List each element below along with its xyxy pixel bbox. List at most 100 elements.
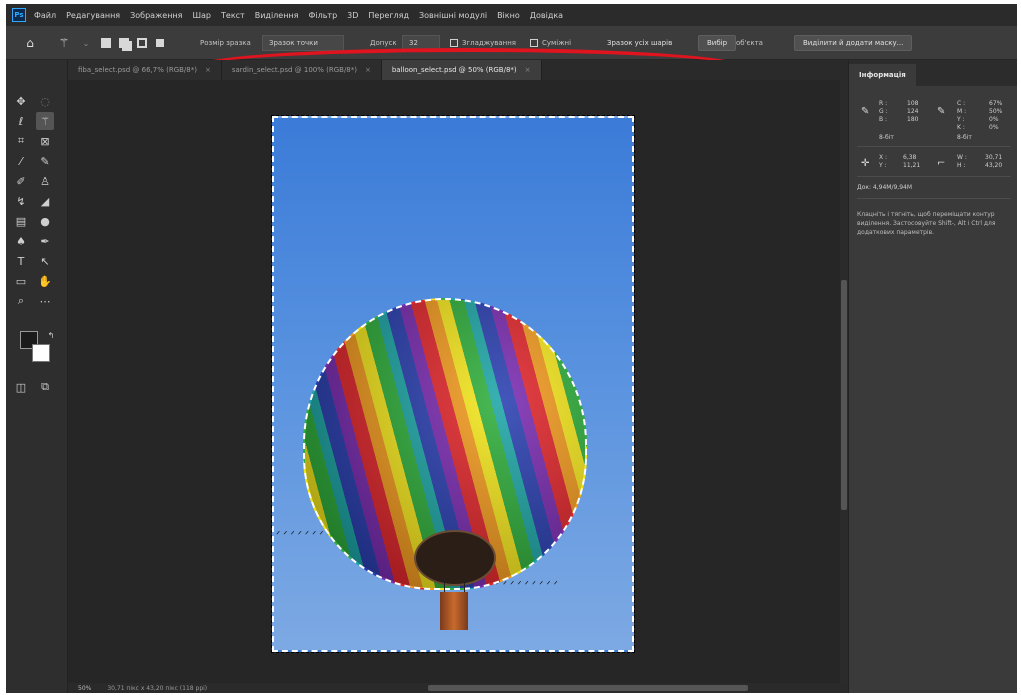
close-icon[interactable]: × bbox=[205, 66, 211, 74]
ps-logo[interactable]: Ps bbox=[12, 8, 26, 22]
close-icon[interactable]: × bbox=[365, 66, 371, 74]
blur-tool-icon[interactable]: ● bbox=[36, 212, 54, 230]
menu-filter[interactable]: Фільтр bbox=[308, 11, 337, 20]
clone-stamp-icon[interactable]: ♙ bbox=[36, 172, 54, 190]
rectangle-tool-icon[interactable]: ▭ bbox=[12, 272, 30, 290]
crop-tool-icon[interactable]: ⌗ bbox=[12, 132, 30, 150]
contiguous-check-icon bbox=[530, 39, 538, 47]
antialias-checkbox[interactable]: Згладжування bbox=[450, 35, 516, 51]
info-c-value: 67% bbox=[989, 100, 1003, 107]
gradient-tool-icon[interactable]: ▤ bbox=[12, 212, 30, 230]
menu-select[interactable]: Виділення bbox=[255, 11, 299, 20]
menu-window[interactable]: Вікно bbox=[497, 11, 520, 20]
eyedropper-icon: ✎ bbox=[861, 106, 870, 117]
menu-layer[interactable]: Шар bbox=[192, 11, 211, 20]
new-selection-icon[interactable] bbox=[98, 35, 114, 51]
select-subject-button[interactable]: Вибір bbox=[698, 35, 737, 51]
menu-view[interactable]: Перегляд bbox=[368, 11, 409, 20]
quick-mask-icon[interactable]: ◫ bbox=[12, 378, 30, 396]
tab-info[interactable]: Інформація bbox=[849, 64, 916, 86]
move-tool-icon[interactable]: ✥ bbox=[12, 92, 30, 110]
magic-wand-icon[interactable]: ⚚ bbox=[56, 35, 72, 51]
photoshop-window: Ps Файл Редагування Зображення Шар Текст… bbox=[6, 4, 1017, 693]
menu-help[interactable]: Довідка bbox=[530, 11, 563, 20]
info-w-value: 30,71 bbox=[985, 154, 1003, 161]
intersect-selection-icon[interactable] bbox=[152, 35, 168, 51]
info-h-label: H : bbox=[957, 162, 966, 169]
hand-tool-icon[interactable]: ✋ bbox=[36, 272, 54, 290]
tab-balloon[interactable]: balloon_select.psd @ 50% (RGB/8*) × bbox=[381, 60, 542, 80]
tab-label: sardin_select.psd @ 100% (RGB/8*) bbox=[231, 66, 357, 74]
tab-label: fiba_select.psd @ 66,7% (RGB/8*) bbox=[78, 66, 197, 74]
balloon-skirt bbox=[414, 530, 496, 586]
home-icon[interactable]: ⌂ bbox=[22, 35, 38, 51]
tab-fiba[interactable]: fiba_select.psd @ 66,7% (RGB/8*) × bbox=[68, 60, 222, 80]
info-b-label: B : bbox=[879, 116, 888, 123]
menu-type[interactable]: Текст bbox=[221, 11, 245, 20]
tool-hint-text: Клацніть і тягніть, щоб переміщати конту… bbox=[857, 211, 996, 236]
tolerance-input[interactable]: 32 bbox=[402, 35, 440, 51]
zoom-level[interactable]: 50% bbox=[78, 685, 91, 692]
marquee-tool-icon[interactable]: ◌ bbox=[36, 92, 54, 110]
type-tool-icon[interactable]: T bbox=[12, 252, 30, 270]
info-b-value: 180 bbox=[907, 116, 919, 123]
info-m-value: 50% bbox=[989, 108, 1003, 115]
menu-image[interactable]: Зображення bbox=[130, 11, 182, 20]
background-color-swatch[interactable] bbox=[32, 344, 50, 362]
menu-file[interactable]: Файл bbox=[34, 11, 56, 20]
info-h-value: 43,20 bbox=[985, 162, 1003, 169]
canvas-area[interactable]: ᐟᐟᐟᐟᐟᐟᐟᐟ ᐟᐟᐟᐟᐟᐟᐟᐟᐟᐟᐟᐟ bbox=[68, 80, 840, 683]
divider bbox=[857, 198, 1011, 199]
magic-wand-tool-icon[interactable]: ⚚ bbox=[36, 112, 54, 130]
pen-tool-icon[interactable]: ✒ bbox=[36, 232, 54, 250]
info-y-coord-value: 11,21 bbox=[903, 162, 921, 169]
menu-3d[interactable]: 3D bbox=[347, 11, 358, 20]
menu-bar: Ps Файл Редагування Зображення Шар Текст… bbox=[6, 4, 1017, 26]
zoom-tool-icon[interactable]: ⌕ bbox=[12, 292, 30, 310]
info-r-value: 108 bbox=[907, 100, 919, 107]
subtract-selection-icon[interactable] bbox=[134, 35, 150, 51]
healing-brush-icon[interactable]: ✎ bbox=[36, 152, 54, 170]
menu-edit[interactable]: Редагування bbox=[66, 11, 120, 20]
info-r-label: R : bbox=[879, 100, 888, 107]
eyedropper-icon: ✎ bbox=[937, 106, 946, 117]
select-and-mask-button[interactable]: Виділити й додати маску... bbox=[794, 35, 913, 51]
doc-size: Док: 4,94M/9,94M bbox=[857, 184, 913, 191]
frame-tool-icon[interactable]: ⊠ bbox=[36, 132, 54, 150]
screen-mode-icon[interactable]: ⧉ bbox=[36, 378, 54, 396]
eyedropper-tool-icon[interactable]: ⁄ bbox=[12, 152, 30, 170]
tab-sardin[interactable]: sardin_select.psd @ 100% (RGB/8*) × bbox=[221, 60, 382, 80]
tab-label: balloon_select.psd @ 50% (RGB/8*) bbox=[391, 66, 517, 74]
divider bbox=[857, 146, 1011, 147]
vertical-scroll-thumb[interactable] bbox=[841, 280, 847, 510]
eraser-tool-icon[interactable]: ◢ bbox=[36, 192, 54, 210]
bit-depth-right: 8-біт bbox=[957, 134, 972, 141]
document-canvas[interactable]: ᐟᐟᐟᐟᐟᐟᐟᐟ ᐟᐟᐟᐟᐟᐟᐟᐟᐟᐟᐟᐟ bbox=[271, 115, 635, 653]
selection-size-icon: ⌐ bbox=[937, 158, 946, 169]
lasso-tool-icon[interactable]: ℓ bbox=[12, 112, 30, 130]
info-c-label: C : bbox=[957, 100, 966, 107]
history-brush-icon[interactable]: ↯ bbox=[12, 192, 30, 210]
document-info[interactable]: 30,71 пікс x 43,20 пікс (118 ppi) bbox=[107, 685, 207, 692]
status-bar: 50% 30,71 пікс x 43,20 пікс (118 ppi) bbox=[68, 683, 848, 693]
brush-tool-icon[interactable]: ✐ bbox=[12, 172, 30, 190]
tolerance-label: Допуск bbox=[370, 39, 397, 47]
contiguous-checkbox[interactable]: Суміжні bbox=[530, 35, 571, 51]
info-g-value: 124 bbox=[907, 108, 919, 115]
sample-all-layers-toggle[interactable]: Зразок усіх шарів bbox=[598, 35, 682, 51]
crosshair-icon: ✛ bbox=[861, 158, 870, 169]
close-icon[interactable]: × bbox=[525, 66, 531, 74]
vertical-scrollbar[interactable] bbox=[840, 80, 848, 683]
info-k-label: K : bbox=[957, 124, 965, 131]
menu-plugins[interactable]: Зовнішні модулі bbox=[419, 11, 487, 20]
subject-label: об'єкта bbox=[736, 39, 763, 47]
horizontal-scroll-thumb[interactable] bbox=[428, 685, 748, 691]
tool-preset-chevron-icon[interactable]: ⌄ bbox=[78, 35, 94, 51]
swap-colors-icon[interactable]: ↰ bbox=[42, 326, 60, 344]
path-selection-icon[interactable]: ↖ bbox=[36, 252, 54, 270]
more-tools-icon[interactable]: ⋯ bbox=[36, 292, 54, 310]
dodge-tool-icon[interactable]: ♠ bbox=[12, 232, 30, 250]
add-selection-icon[interactable] bbox=[116, 35, 132, 51]
info-x-label: X : bbox=[879, 154, 888, 161]
sample-size-select[interactable]: Зразок точки bbox=[262, 35, 344, 51]
